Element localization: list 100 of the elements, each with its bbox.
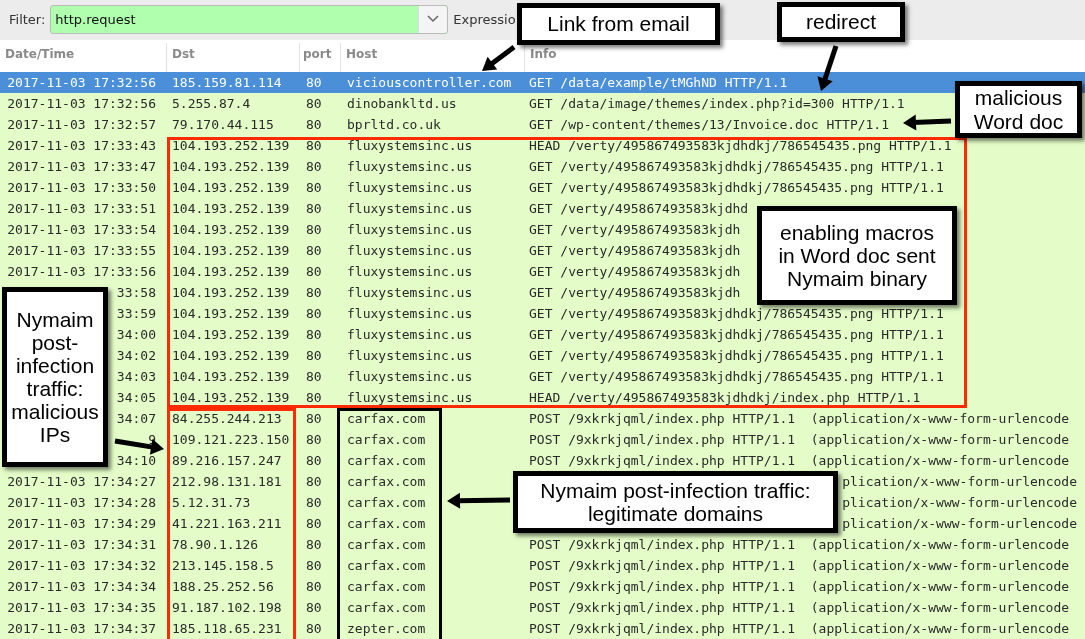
table-cell: 5.255.87.4 [172, 96, 251, 111]
table-cell: POST /9xkrkjqml/index.php HTTP/1.1 (application/x-www-form-urlencode [529, 453, 1070, 468]
table-cell: GET /data/image/themes/index.php?id=300 HTTP/1.1 [529, 96, 905, 111]
filter-field[interactable]: http.request [50, 4, 449, 34]
table-cell: 2017-11-03 17:33:43 [7, 138, 156, 153]
table-cell: 2017-11-03 17:32:56 [7, 96, 156, 111]
table-cell: 80 [306, 138, 322, 153]
table-cell: GET /verty/495867493583kjdh [529, 264, 741, 279]
table-cell: 104.193.252.139 [172, 348, 290, 363]
table-cell: fluxystemsinc.us [347, 264, 473, 279]
table-cell: 80 [306, 432, 322, 447]
table-cell: 5.12.31.73 [172, 495, 251, 510]
table-cell: 34:03 [116, 369, 156, 384]
table-cell: 2017-11-03 17:33:56 [7, 264, 156, 279]
table-cell: fluxystemsinc.us [347, 138, 473, 153]
table-cell: 185.118.65.231 [172, 621, 282, 636]
table-cell: 2017-11-03 17:33:51 [7, 201, 156, 216]
table-cell: 34:07 [116, 411, 156, 426]
table-cell: POST /9xkrkjqml/index.php HTTP/1.1 (application/x-www-form-urlencode [529, 558, 1070, 573]
table-cell: 188.25.252.56 [172, 579, 274, 594]
table-cell: 78.90.1.126 [172, 537, 259, 552]
table-cell: HEAD /verty/495867493583kjdhdkj/index.php HTTP/1.1 [529, 390, 921, 405]
table-cell: 2017-11-03 17:34:37 [7, 621, 156, 636]
table-cell: 80 [306, 600, 322, 615]
table-cell: 109.121.223.150 [172, 432, 290, 447]
table-cell: 2017-11-03 17:34:35 [7, 600, 156, 615]
table-cell: 104.193.252.139 [172, 306, 290, 321]
table-cell: 80 [306, 243, 322, 258]
table-cell: GET /data/example/tMGhND HTTP/1.1 [529, 75, 788, 90]
column-header[interactable]: Info [525, 43, 1085, 72]
table-cell: bprltd.co.uk [347, 117, 441, 132]
table-cell: carfax.com [347, 579, 426, 594]
table-cell: GET /verty/495867493583kjdhdkj/786545435.png HTTP/1.1 [529, 306, 944, 321]
table-cell: fluxystemsinc.us [347, 327, 473, 342]
table-cell: 80 [306, 495, 322, 510]
table-cell: carfax.com [347, 537, 426, 552]
table-cell: 80 [306, 621, 322, 636]
callout: enabling macros in Word doc sent Nymaim binary [757, 206, 957, 305]
table-cell: 80 [306, 390, 322, 405]
arrow [482, 45, 516, 71]
table-cell: 91.187.102.198 [172, 600, 282, 615]
table-cell: 79.170.44.115 [172, 117, 274, 132]
table-cell: 2017-11-03 17:33:55 [7, 243, 156, 258]
arrow [817, 45, 839, 91]
table-cell: POST /9xkrkjqml/index.php HTTP/1.1 (application/x-www-form-urlencode [529, 432, 1070, 447]
callout: Nymaim post- infection traffic: malicious IPs [2, 287, 108, 467]
table-cell: 80 [306, 516, 322, 531]
arrow [903, 114, 952, 131]
table-cell: GET /verty/495867493583kjdhdkj/786545435.png HTTP/1.1 [529, 159, 944, 174]
table-cell: 80 [306, 327, 322, 342]
callout: redirect [777, 2, 905, 42]
table-cell: carfax.com [347, 558, 426, 573]
table-cell: 80 [306, 264, 322, 279]
table-cell: 2017-11-03 17:33:50 [7, 180, 156, 195]
expression-button[interactable]: Expressio [453, 11, 516, 27]
table-cell: 84.255.244.213 [172, 411, 282, 426]
table-cell: 2017-11-03 17:32:56 [7, 75, 156, 90]
table-cell: GET /verty/495867493583kjdhdkj/786545435.png HTTP/1.1 [529, 180, 944, 195]
table-cell: plication/x-www-form-urlencode [842, 474, 1077, 489]
table-cell: 80 [306, 306, 322, 321]
table-cell: fluxystemsinc.us [347, 390, 473, 405]
table-cell: 80 [306, 474, 322, 489]
table-cell: 33:58 [116, 285, 156, 300]
table-cell: 80 [306, 201, 322, 216]
table-cell: fluxystemsinc.us [347, 285, 473, 300]
table-cell: 104.193.252.139 [172, 243, 290, 258]
chevron-down-icon[interactable] [427, 15, 440, 23]
table-cell: 80 [306, 558, 322, 573]
table-cell: 2017-11-03 17:34:27 [7, 474, 156, 489]
table-cell: 104.193.252.139 [172, 138, 290, 153]
table-cell: POST /9xkrkjqml/index.php HTTP/1.1 (application/x-www-form-urlencode [529, 537, 1070, 552]
callout: malicious Word doc [955, 81, 1082, 138]
table-cell: 80 [306, 96, 322, 111]
table-cell: 34:10 [116, 453, 156, 468]
table-cell: GET /verty/495867493583kjdhd [529, 201, 749, 216]
table-cell: 2017-11-03 17:32:57 [7, 117, 156, 132]
table-cell: 34:05 [116, 390, 156, 405]
table-cell: 80 [306, 348, 322, 363]
table-cell: carfax.com [347, 432, 426, 447]
table-cell: dinobankltd.us [347, 96, 457, 111]
table-cell: carfax.com [347, 600, 426, 615]
table-cell: GET /verty/495867493583kjdh [529, 222, 741, 237]
table-cell: 104.193.252.139 [172, 369, 290, 384]
table-cell: 2017-11-03 17:34:28 [7, 495, 156, 510]
table-cell: 80 [306, 411, 322, 426]
table-cell: carfax.com [347, 516, 426, 531]
table-cell: 104.193.252.139 [172, 327, 290, 342]
table-cell: carfax.com [347, 474, 426, 489]
table-cell: 41.221.163.211 [172, 516, 282, 531]
callout: Link from email [517, 3, 720, 45]
table-cell: plication/x-www-form-urlencode [842, 516, 1077, 531]
table-cell: POST /9xkrkjqml/index.php HTTP/1.1 (application/x-www-form-urlencode [529, 579, 1070, 594]
table-cell: GET /verty/495867493583kjdhdkj/786545435.png HTTP/1.1 [529, 348, 944, 363]
table-cell: 104.193.252.139 [172, 180, 290, 195]
table-cell: 80 [306, 369, 322, 384]
table-cell: GET /verty/495867493583kjdh [529, 243, 741, 258]
table-cell: GET /verty/495867493583kjdhdkj/786545435.png HTTP/1.1 [529, 327, 944, 342]
table-cell: 80 [306, 222, 322, 237]
table-cell: HEAD /verty/495867493583kjdhdkj/786545435.png HTTP/1.1 [529, 138, 952, 153]
table-cell: 2017-11-03 17:33:47 [7, 159, 156, 174]
